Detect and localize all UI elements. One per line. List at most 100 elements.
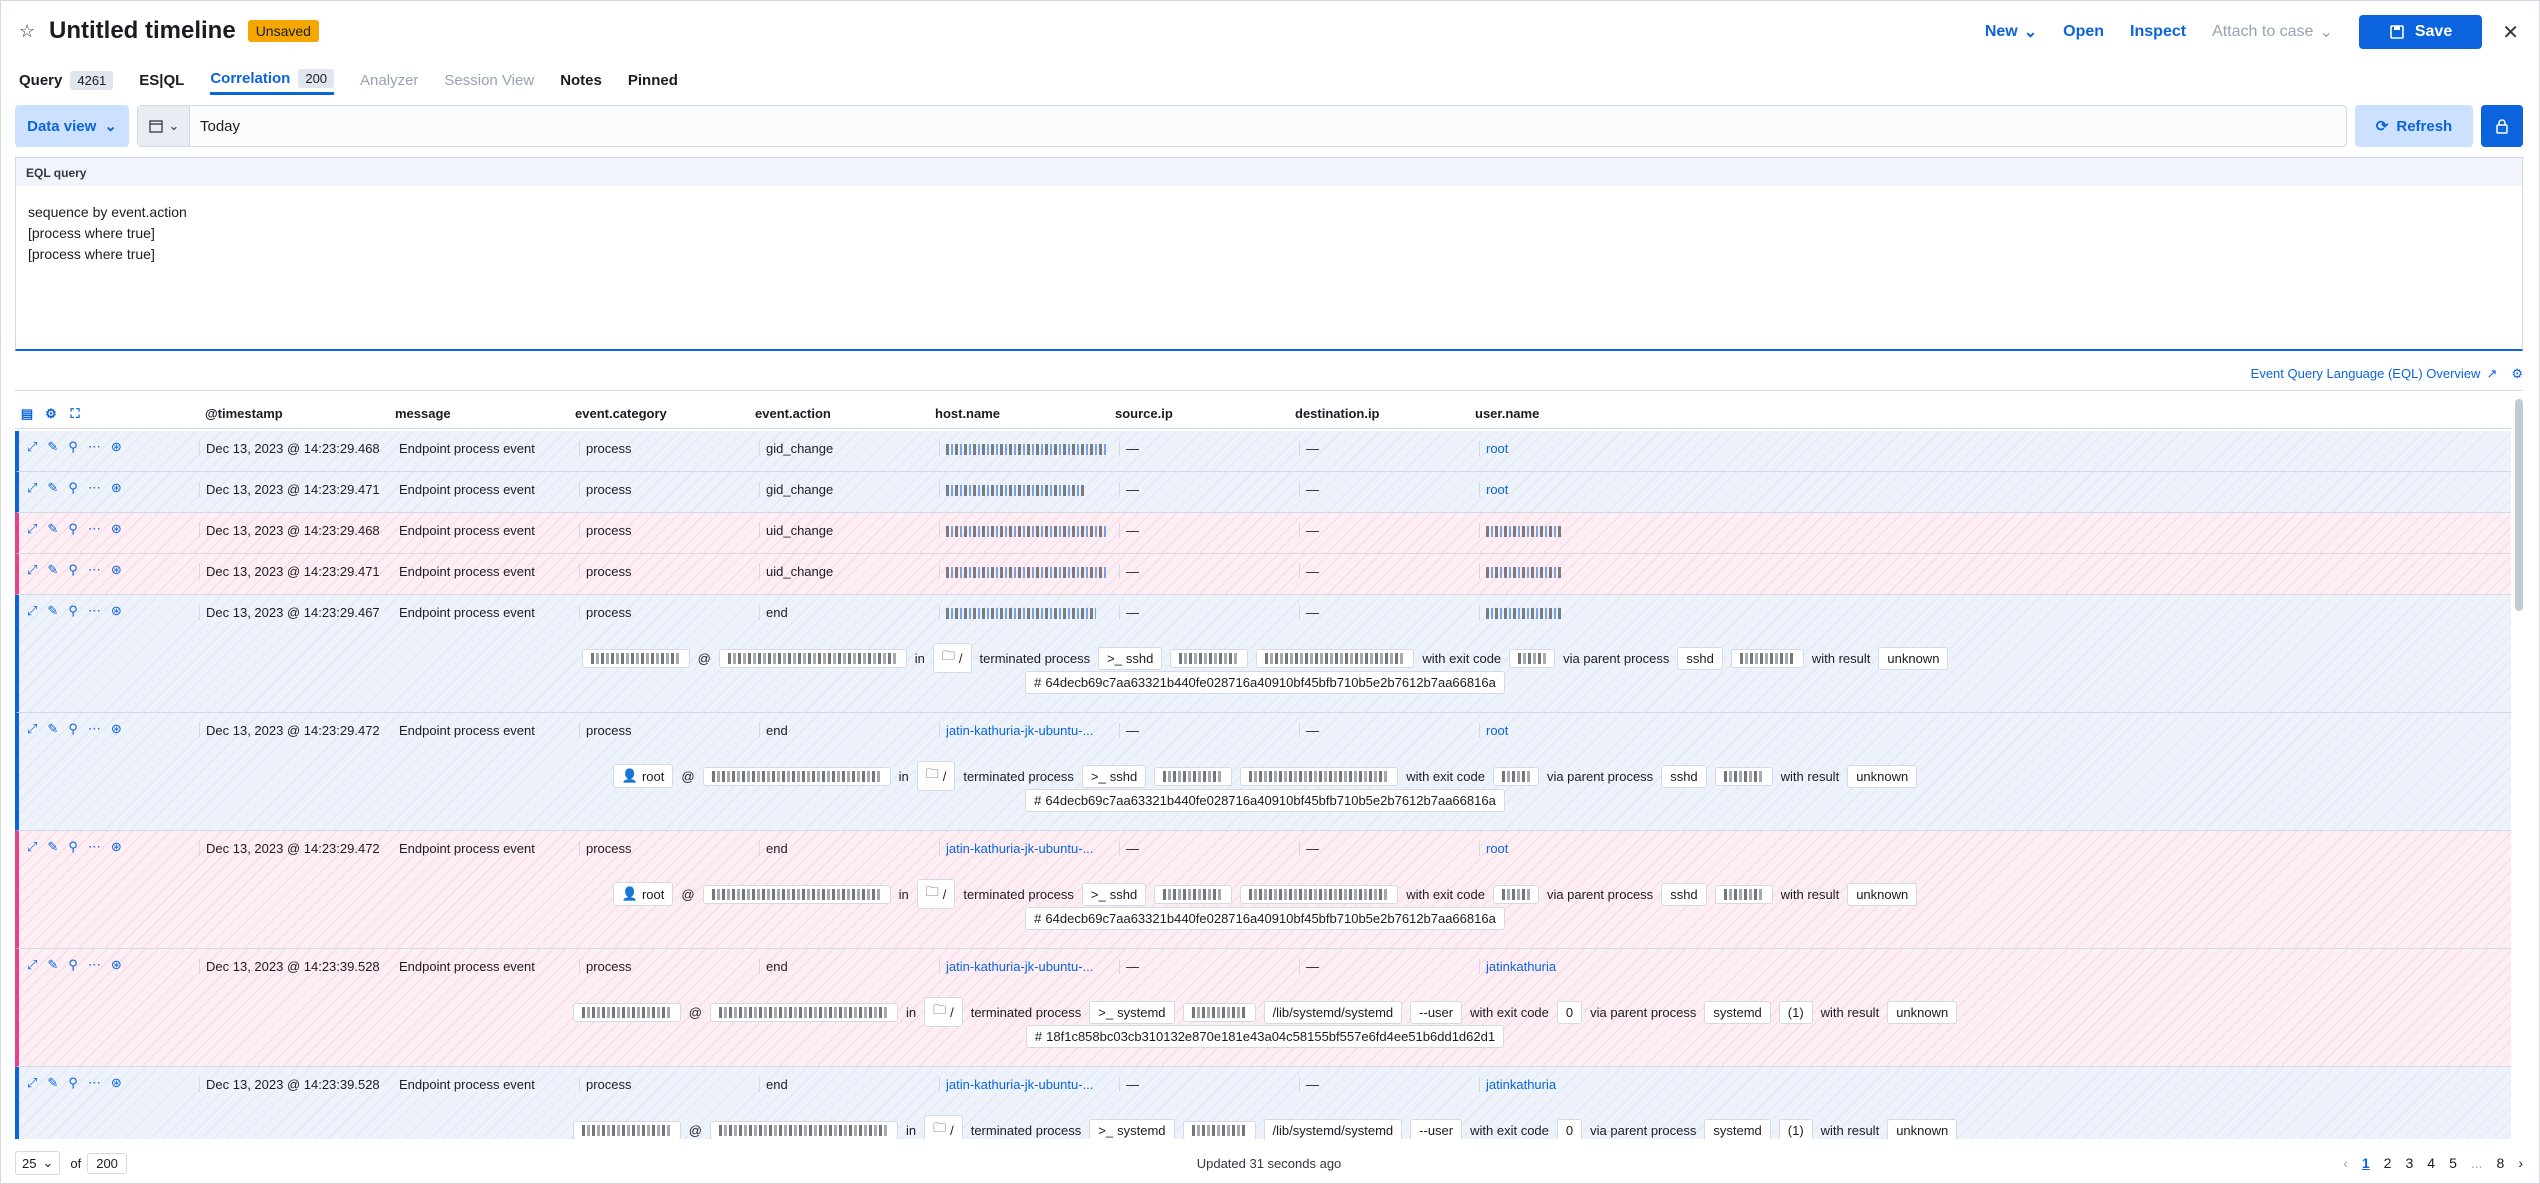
more-icon[interactable]: ⋯ (88, 1075, 101, 1091)
analyze-icon[interactable]: ⊛ (111, 721, 122, 737)
host-cell[interactable]: jatin-kathuria-jk-ubuntu-... (939, 959, 1093, 974)
star-icon[interactable]: ☆ (19, 22, 37, 40)
next-page-icon[interactable]: › (2518, 1155, 2523, 1171)
user-pill[interactable] (572, 1002, 681, 1022)
analyze-icon[interactable]: ⊛ (111, 439, 122, 455)
refresh-button[interactable]: ⟳ Refresh (2355, 105, 2473, 147)
vertical-scrollbar[interactable] (2515, 399, 2523, 611)
note-icon[interactable]: ✎ (47, 603, 58, 619)
host-cell[interactable] (939, 441, 1106, 456)
parent-process-pill[interactable]: sshd (1677, 646, 1723, 670)
date-picker[interactable]: ⌄ Today (137, 105, 2347, 147)
table-row[interactable]: ⤢ ✎ ⚲ ⋯ ⊛ Dec 13, 2023 @ 14:23:29.471 Endpoi… (15, 472, 2511, 513)
pin-icon[interactable]: ⚲ (68, 480, 78, 496)
process-pill[interactable]: >_ sshd (1098, 646, 1163, 670)
note-icon[interactable]: ✎ (47, 839, 58, 855)
args-pill[interactable]: --user (1410, 1000, 1463, 1024)
user-pill[interactable] (581, 648, 690, 668)
pin-icon[interactable]: ⚲ (68, 957, 78, 973)
parent-process-pill[interactable]: sshd (1661, 764, 1707, 788)
directory-pill[interactable]: 🗀 / (932, 643, 972, 673)
user-cell[interactable]: jatinkathuria (1479, 1077, 1556, 1092)
pin-icon[interactable]: ⚲ (68, 562, 78, 578)
open-button[interactable]: Open (2063, 23, 2104, 41)
result-pill[interactable]: unknown (1887, 1000, 1958, 1024)
user-pill[interactable]: 👤 root (612, 764, 674, 788)
note-icon[interactable]: ✎ (47, 1075, 58, 1091)
exit-code-pill[interactable] (1492, 884, 1539, 904)
pin-icon[interactable]: ⚲ (68, 721, 78, 737)
path-pill[interactable]: /lib/systemd/systemd (1263, 1118, 1403, 1139)
parent-process-pill[interactable]: systemd (1704, 1000, 1771, 1024)
analyze-icon[interactable]: ⊛ (111, 603, 122, 619)
directory-pill[interactable]: 🗀 / (924, 1115, 963, 1139)
user-cell[interactable]: root (1479, 841, 1508, 856)
close-icon[interactable]: ✕ (2502, 20, 2519, 45)
new-button[interactable]: New ⌄ (1985, 22, 2037, 42)
more-icon[interactable]: ⋯ (88, 562, 101, 578)
host-cell[interactable] (939, 564, 1106, 579)
user-cell[interactable]: root (1479, 441, 1508, 456)
user-cell[interactable]: root (1479, 723, 1508, 738)
analyze-icon[interactable]: ⊛ (111, 480, 122, 496)
args-pill[interactable]: --user (1410, 1118, 1463, 1139)
parent-pid-pill[interactable] (1714, 766, 1773, 786)
table-row[interactable]: ⤢ ✎ ⚲ ⋯ ⊛ Dec 13, 2023 @ 14:23:29.472 Endpoi… (15, 831, 2511, 949)
host-pill[interactable] (702, 766, 891, 786)
pin-icon[interactable]: ⚲ (68, 839, 78, 855)
table-row[interactable]: ⤢ ✎ ⚲ ⋯ ⊛ Dec 13, 2023 @ 14:23:29.471 Endpoi… (15, 554, 2511, 595)
note-icon[interactable]: ✎ (47, 439, 58, 455)
parent-process-pill[interactable]: sshd (1661, 882, 1707, 906)
pid-pill[interactable] (1182, 1120, 1256, 1139)
host-pill[interactable] (709, 1002, 898, 1022)
more-icon[interactable]: ⋯ (88, 439, 101, 455)
page-5[interactable]: 5 (2449, 1155, 2457, 1171)
pin-icon[interactable]: ⚲ (68, 603, 78, 619)
exit-code-pill[interactable]: 0 (1556, 1000, 1583, 1024)
page-1[interactable]: 1 (2362, 1155, 2370, 1171)
expand-icon[interactable]: ⤢ (27, 439, 37, 455)
note-icon[interactable]: ✎ (47, 521, 58, 537)
eql-query-editor[interactable]: EQL query sequence by event.action [proc… (15, 157, 2523, 351)
hash-pill[interactable]: # 64decb69c7aa63321b440fe028716a40910bf4… (1025, 789, 1505, 812)
pin-icon[interactable]: ⚲ (68, 521, 78, 537)
directory-pill[interactable]: 🗀 / (916, 761, 956, 791)
args-pill[interactable] (1240, 884, 1399, 904)
expand-icon[interactable]: ⤢ (27, 521, 37, 537)
note-icon[interactable]: ✎ (47, 957, 58, 973)
expand-icon[interactable]: ⤢ (27, 603, 37, 619)
prev-page-icon[interactable]: ‹ (2343, 1155, 2348, 1171)
expand-icon[interactable]: ⤢ (27, 1075, 37, 1091)
parent-pid-pill[interactable] (1714, 884, 1773, 904)
result-pill[interactable]: unknown (1878, 646, 1949, 670)
inspect-button[interactable]: Inspect (2130, 23, 2186, 41)
page-2[interactable]: 2 (2384, 1155, 2392, 1171)
pin-icon[interactable]: ⚲ (68, 439, 78, 455)
date-value[interactable]: Today (190, 106, 240, 146)
table-row[interactable]: ⤢ ✎ ⚲ ⋯ ⊛ Dec 13, 2023 @ 14:23:29.467 Endpoi… (15, 595, 2511, 713)
pid-pill[interactable] (1182, 1002, 1256, 1022)
more-icon[interactable]: ⋯ (88, 839, 101, 855)
result-pill[interactable]: unknown (1847, 764, 1918, 788)
table-row[interactable]: ⤢ ✎ ⚲ ⋯ ⊛ Dec 13, 2023 @ 14:23:29.472 Endpoi… (15, 713, 2511, 831)
host-cell[interactable]: jatin-kathuria-jk-ubuntu-... (939, 841, 1093, 856)
user-cell[interactable] (1479, 564, 1561, 579)
expand-icon[interactable]: ⤢ (27, 480, 37, 496)
gear-icon[interactable]: ⚙ (39, 406, 63, 422)
more-icon[interactable]: ⋯ (88, 521, 101, 537)
data-view-button[interactable]: Data view ⌄ (15, 105, 129, 147)
process-pill[interactable]: >_ sshd (1081, 882, 1147, 906)
user-pill[interactable]: 👤 root (612, 882, 674, 906)
host-pill[interactable] (709, 1120, 898, 1139)
tab-analyzer[interactable]: Analyzer (360, 65, 418, 95)
analyze-icon[interactable]: ⊛ (111, 521, 122, 537)
eql-query-text[interactable]: sequence by event.action [process where … (16, 186, 2522, 281)
host-cell[interactable] (939, 523, 1106, 538)
host-cell[interactable]: jatin-kathuria-jk-ubuntu-... (939, 723, 1093, 738)
expand-icon[interactable]: ⤢ (27, 721, 37, 737)
table-row[interactable]: ⤢ ✎ ⚲ ⋯ ⊛ Dec 13, 2023 @ 14:23:29.468 Endpoi… (15, 431, 2511, 472)
process-pill[interactable]: >_ sshd (1081, 764, 1147, 788)
eql-overview-link[interactable]: Event Query Language (EQL) Overview ↗ (2251, 366, 2498, 382)
hash-pill[interactable]: # 64decb69c7aa63321b440fe028716a40910bf4… (1025, 671, 1505, 694)
calendar-icon[interactable]: ⌄ (138, 106, 190, 146)
